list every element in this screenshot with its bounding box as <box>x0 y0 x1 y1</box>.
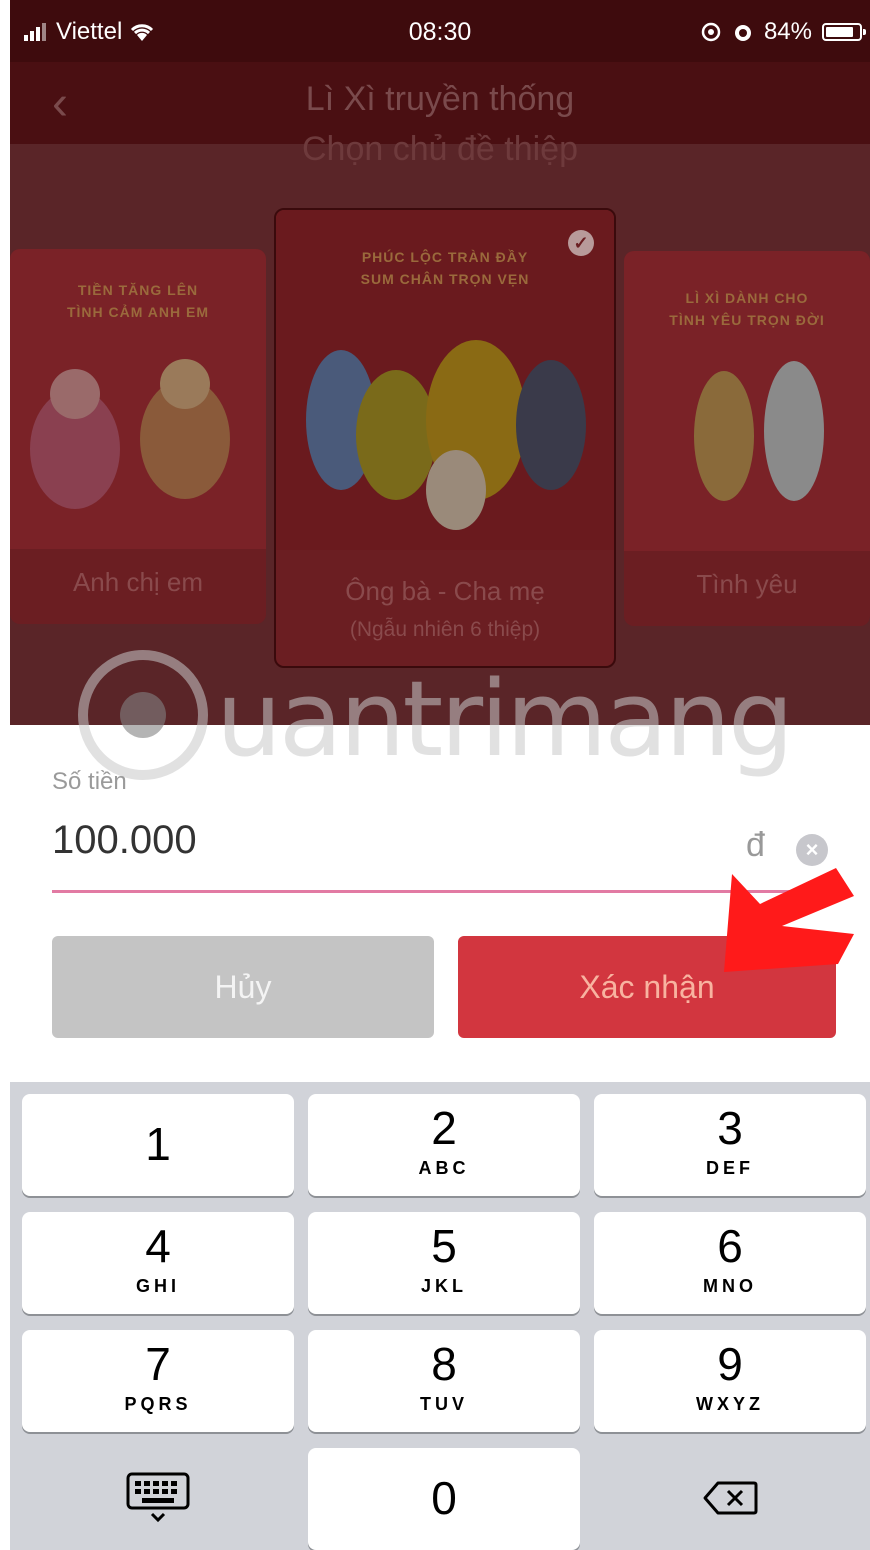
status-bar: Viettel 08:30 84% <box>10 0 870 62</box>
card-image: TIỀN TĂNG LÊN TÌNH CẢM ANH EM <box>10 249 266 549</box>
numeric-keypad: 1 2 ABC 3 DEF 4 GHI 5 JKL 6 MNO 7 PQRS 8 TUV 9 W… <box>10 1082 870 1550</box>
keyboard-switch-button[interactable] <box>22 1448 294 1548</box>
key-digit: 7 <box>145 1338 171 1390</box>
key-8[interactable]: 8 TUV <box>308 1330 580 1432</box>
keyboard-icon <box>126 1472 190 1523</box>
card-image: LÌ XÌ DÀNH CHO TÌNH YÊU TRỌN ĐỜI <box>624 251 870 551</box>
clear-button[interactable]: × <box>796 834 828 866</box>
key-9[interactable]: 9 WXYZ <box>594 1330 866 1432</box>
status-right: 84% <box>700 18 866 46</box>
key-0[interactable]: 0 <box>308 1448 580 1550</box>
key-1[interactable]: 1 <box>22 1094 294 1196</box>
amount-input[interactable] <box>52 818 612 863</box>
key-7[interactable]: 7 PQRS <box>22 1330 294 1432</box>
screen-rotation-lock-icon <box>701 22 721 42</box>
key-letters: GHI <box>135 1276 180 1296</box>
card-love[interactable]: LÌ XÌ DÀNH CHO TÌNH YÊU TRỌN ĐỜI Tình yê… <box>624 251 870 626</box>
clear-icon: × <box>805 837 819 862</box>
card-grandparents-parents[interactable]: PHÚC LỘC TRÀN ĐẦY SUM CHÂN TRỌN VẸN ✓ Ôn… <box>274 208 616 668</box>
backspace-button[interactable] <box>594 1448 866 1548</box>
card-picker: Chọn chủ đề thiệp TIỀN TĂNG LÊN TÌNH CẢM… <box>10 130 870 725</box>
key-6[interactable]: 6 MNO <box>594 1212 866 1314</box>
currency-symbol: đ <box>746 826 765 864</box>
key-4[interactable]: 4 GHI <box>22 1212 294 1314</box>
backspace-icon <box>703 1481 758 1515</box>
key-letters: DEF <box>706 1158 754 1178</box>
card-siblings[interactable]: TIỀN TĂNG LÊN TÌNH CẢM ANH EM Anh chị em <box>10 249 266 624</box>
card-greeting: TIỀN TĂNG LÊN TÌNH CẢM ANH EM <box>66 282 210 321</box>
input-underline <box>52 890 822 893</box>
background-overlay: Viettel 08:30 84% ‹ Lì Xì truyền thống C… <box>10 0 870 725</box>
card-caption: Anh chị em <box>72 567 204 597</box>
key-letters: PQRS <box>124 1394 192 1414</box>
key-letters: TUV <box>420 1394 468 1414</box>
key-5[interactable]: 5 JKL <box>308 1212 580 1314</box>
card-caption: Ông bà - Cha mẹ <box>345 576 545 606</box>
key-letters: MNO <box>703 1276 757 1296</box>
card-caption: Tình yêu <box>696 569 798 599</box>
check-circle-icon: ✓ <box>568 230 594 256</box>
key-digit: 6 <box>717 1220 743 1272</box>
key-digit: 8 <box>431 1338 457 1390</box>
key-digit: 0 <box>431 1472 457 1524</box>
key-letters: WXYZ <box>696 1394 764 1414</box>
key-3[interactable]: 3 DEF <box>594 1094 866 1196</box>
card-subcaption: (Ngẫu nhiên 6 thiệp) <box>349 618 541 641</box>
key-letters: ABC <box>418 1158 470 1178</box>
key-digit: 2 <box>431 1102 457 1154</box>
key-digit: 9 <box>717 1338 743 1390</box>
card-greeting: PHÚC LỘC TRÀN ĐẦY SUM CHÂN TRỌN VẸN <box>360 249 530 288</box>
key-digit: 1 <box>145 1118 171 1170</box>
cancel-button[interactable]: Hủy <box>52 936 434 1038</box>
key-digit: 5 <box>431 1220 457 1272</box>
alarm-icon <box>734 25 751 41</box>
page-title: Lì Xì truyền thống <box>305 80 575 118</box>
confirm-button[interactable]: Xác nhận <box>458 936 836 1038</box>
key-2[interactable]: 2 ABC <box>308 1094 580 1196</box>
battery-icon <box>822 23 866 41</box>
battery-percent: 84% <box>763 18 812 45</box>
key-letters: JKL <box>420 1276 467 1296</box>
card-image: PHÚC LỘC TRÀN ĐẦY SUM CHÂN TRỌN VẸN <box>276 210 614 550</box>
key-digit: 3 <box>717 1102 743 1154</box>
key-digit: 4 <box>145 1220 171 1272</box>
amount-label: Số tiền <box>52 768 127 795</box>
section-title: Chọn chủ đề thiệp <box>302 130 578 168</box>
battery-fill <box>826 27 853 37</box>
card-greeting: LÌ XÌ DÀNH CHO TÌNH YÊU TRỌN ĐỜI <box>669 290 825 329</box>
